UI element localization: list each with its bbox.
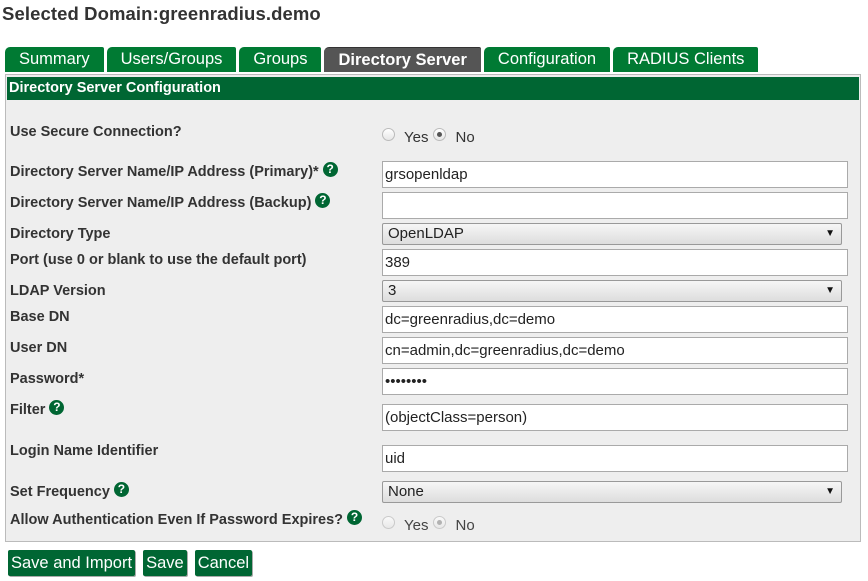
allow-auth-no-radio[interactable] (433, 516, 447, 529)
directory-type-value: OpenLDAP (388, 225, 464, 242)
tab-configuration[interactable]: Configuration (483, 47, 611, 72)
page-title: Selected Domain:greenradius.demo (2, 3, 321, 24)
secure-connection-yes-label[interactable]: Yes (404, 129, 428, 146)
tab-radius-clients[interactable]: RADIUS Clients (613, 47, 759, 72)
base-dn-input[interactable] (382, 306, 848, 333)
help-icon[interactable]: ? (49, 399, 65, 415)
allow-auth-yes-radio[interactable] (382, 516, 395, 529)
set-frequency-value: None (388, 483, 424, 500)
login-name-identifier-label: Login Name Identifier (10, 443, 158, 459)
help-icon[interactable]: ? (315, 192, 331, 208)
allow-auth-radio-group: Yes No (382, 514, 480, 534)
help-icon[interactable]: ? (322, 161, 338, 177)
directory-type-label-text: Directory Type (10, 226, 111, 242)
server-primary-label: Directory Server Name/IP Address (Primar… (10, 161, 338, 180)
filter-input[interactable] (382, 404, 848, 431)
tab-summary[interactable]: Summary (5, 47, 104, 72)
secure-connection-label: Use Secure Connection? (10, 124, 182, 140)
tab-directory-server[interactable]: Directory Server (324, 47, 481, 72)
secure-connection-label-text: Use Secure Connection? (10, 124, 182, 140)
form-actions: Save and Import Save Cancel (8, 550, 253, 576)
secure-connection-yes-radio[interactable] (382, 128, 395, 141)
set-frequency-label: Set Frequency ? (10, 481, 129, 500)
secure-connection-radio-group: Yes No (382, 126, 480, 146)
ldap-version-select[interactable]: 3 ▼ (382, 280, 842, 302)
password-label-text: Password* (10, 371, 85, 387)
server-primary-label-text: Directory Server Name/IP Address (Primar… (10, 164, 319, 180)
user-dn-label-text: User DN (10, 340, 68, 356)
user-dn-label: User DN (10, 340, 67, 356)
user-dn-input[interactable] (382, 337, 848, 364)
help-icon[interactable]: ? (113, 481, 129, 497)
filter-label-text: Filter (10, 402, 46, 418)
help-icon[interactable]: ? (347, 509, 363, 525)
server-backup-label-text: Directory Server Name/IP Address (Backup… (10, 195, 312, 211)
server-primary-input[interactable] (382, 161, 848, 188)
server-backup-input[interactable] (382, 192, 848, 219)
tab-users-groups[interactable]: Users/Groups (106, 47, 237, 72)
base-dn-label-text: Base DN (10, 309, 70, 325)
filter-label: Filter ? (10, 399, 65, 418)
set-frequency-select[interactable]: None ▼ (382, 481, 842, 503)
directory-server-panel: Directory Server Configuration Use Secur… (5, 74, 861, 542)
allow-auth-yes-label[interactable]: Yes (404, 517, 428, 534)
save-button[interactable]: Save (143, 550, 187, 576)
port-input[interactable] (382, 249, 848, 276)
allow-auth-label-text: Allow Authentication Even If Password Ex… (10, 512, 344, 528)
secure-connection-no-label[interactable]: No (455, 129, 474, 146)
password-input[interactable] (382, 368, 848, 395)
chevron-down-icon: ▼ (825, 228, 835, 239)
cancel-button[interactable]: Cancel (194, 550, 253, 576)
allow-auth-no-label[interactable]: No (455, 517, 474, 534)
allow-auth-label: Allow Authentication Even If Password Ex… (10, 509, 363, 528)
login-name-identifier-label-text: Login Name Identifier (10, 443, 159, 459)
directory-type-select[interactable]: OpenLDAP ▼ (382, 223, 842, 245)
ldap-version-value: 3 (388, 282, 397, 299)
save-and-import-button[interactable]: Save and Import (8, 550, 136, 576)
ldap-version-label-text: LDAP Version (10, 283, 106, 299)
tab-bar: Summary Users/Groups Groups Directory Se… (5, 47, 759, 72)
base-dn-label: Base DN (10, 309, 70, 325)
secure-connection-no-radio[interactable] (433, 128, 447, 141)
port-label-text: Port (use 0 or blank to use the default … (10, 252, 307, 268)
server-backup-label: Directory Server Name/IP Address (Backup… (10, 192, 331, 211)
chevron-down-icon: ▼ (825, 486, 835, 497)
ldap-version-label: LDAP Version (10, 283, 106, 299)
directory-type-label: Directory Type (10, 226, 110, 242)
port-label: Port (use 0 or blank to use the default … (10, 252, 306, 268)
chevron-down-icon: ▼ (825, 285, 835, 296)
tab-groups[interactable]: Groups (239, 47, 322, 72)
password-label: Password* (10, 371, 84, 387)
login-name-identifier-input[interactable] (382, 445, 848, 472)
panel-header: Directory Server Configuration (7, 77, 859, 100)
set-frequency-label-text: Set Frequency (10, 484, 110, 500)
